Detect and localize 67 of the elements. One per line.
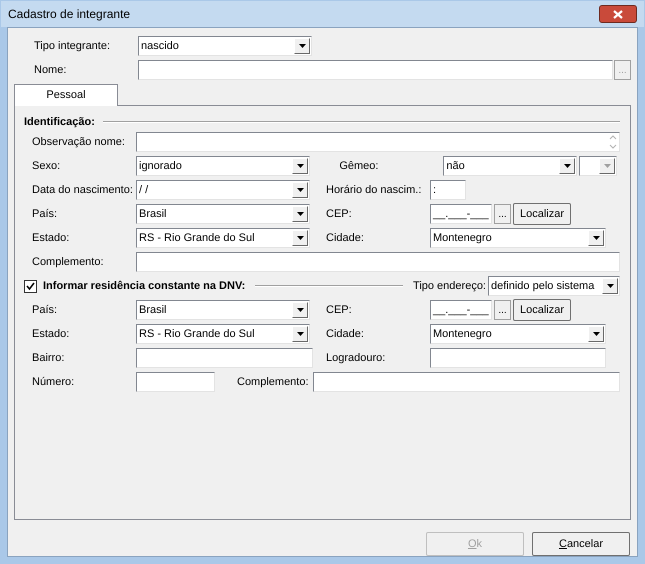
field-label: País: xyxy=(32,206,58,222)
dropdown[interactable]: Montenegro xyxy=(430,324,606,344)
field-label: Cidade: xyxy=(326,230,365,246)
field-label: Tipo integrante: xyxy=(34,38,112,54)
dropdown-arrow-icon xyxy=(564,164,571,168)
lookup-button[interactable]: ... xyxy=(494,204,511,224)
field-label: Estado: xyxy=(32,230,70,246)
dropdown-arrow-icon xyxy=(592,236,600,240)
dropdown[interactable]: Montenegro xyxy=(430,228,606,248)
dropdown[interactable]: RS - Rio Grande do Sul xyxy=(136,324,310,344)
input-field[interactable] xyxy=(138,60,613,80)
field-label: Logradouro: xyxy=(326,350,386,366)
field-label: Tipo endereço: xyxy=(413,278,486,294)
field-label: Número: xyxy=(32,374,76,390)
field-label: CEP: xyxy=(326,302,353,318)
input-field[interactable]: __.___-___ xyxy=(430,300,492,320)
memo-field[interactable] xyxy=(136,132,620,152)
spin-arrows-icon xyxy=(607,133,619,151)
dialog-button[interactable]: Cancelar xyxy=(532,532,630,556)
field-label: Data do nascimento: xyxy=(32,182,134,198)
close-button[interactable] xyxy=(599,5,637,23)
dropdown-arrow-icon xyxy=(296,212,304,216)
dropdown-arrow-icon xyxy=(296,308,304,312)
field-label: Gêmeo: xyxy=(339,158,380,174)
tab[interactable]: Pessoal xyxy=(14,84,118,106)
window-title: Cadastro de integrante xyxy=(8,6,130,23)
field-label: Bairro: xyxy=(32,350,66,366)
field-label: Observação nome: xyxy=(32,134,126,150)
dropdown[interactable]: / / xyxy=(136,180,310,200)
close-icon xyxy=(613,10,623,18)
dropdown-arrow-icon xyxy=(296,332,304,336)
field-label: CEP: xyxy=(326,206,353,222)
field-label: Estado: xyxy=(32,326,70,342)
dropdown-arrow-icon xyxy=(592,332,600,336)
dropdown-arrow-icon xyxy=(296,236,304,240)
field-label: Nome: xyxy=(34,62,68,78)
dropdown[interactable]: RS - Rio Grande do Sul xyxy=(136,228,310,248)
dropdown[interactable]: ignorado xyxy=(136,156,310,176)
field-label: Complemento: xyxy=(237,374,310,390)
dropdown-arrow-icon xyxy=(298,44,306,48)
dropdown[interactable]: nascido xyxy=(138,36,312,56)
section-title: Informar residência constante na DNV: xyxy=(43,278,246,294)
section-title: Identificação: xyxy=(24,114,95,130)
checkbox[interactable] xyxy=(24,280,37,292)
input-field[interactable]: : xyxy=(430,180,466,200)
input-field[interactable] xyxy=(136,252,620,272)
input-field[interactable] xyxy=(136,372,215,392)
dropdown[interactable]: definido pelo sistema xyxy=(488,276,620,296)
input-field[interactable]: __.___-___ xyxy=(430,204,492,224)
localizar-button[interactable]: Localizar xyxy=(513,203,572,225)
field-label: Sexo: xyxy=(32,158,62,174)
field-label: Horário do nascim.: xyxy=(326,182,422,198)
lookup-button[interactable]: ... xyxy=(494,300,511,320)
dropdown[interactable]: Brasil xyxy=(136,204,310,224)
dropdown[interactable]: Brasil xyxy=(136,300,310,320)
field-label: Cidade: xyxy=(326,326,365,342)
input-field[interactable] xyxy=(313,372,620,392)
field-label: Complemento: xyxy=(32,254,105,270)
localizar-button[interactable]: Localizar xyxy=(513,299,572,321)
dropdown-arrow-icon xyxy=(296,188,304,192)
input-field[interactable] xyxy=(136,348,313,368)
field-label: País: xyxy=(32,302,58,318)
dropdown-arrow-icon xyxy=(604,164,611,168)
dropdown-arrow-icon xyxy=(606,284,614,288)
input-field[interactable] xyxy=(430,348,606,368)
dropdown-arrow-icon xyxy=(296,164,304,168)
dropdown[interactable]: não xyxy=(443,156,578,176)
